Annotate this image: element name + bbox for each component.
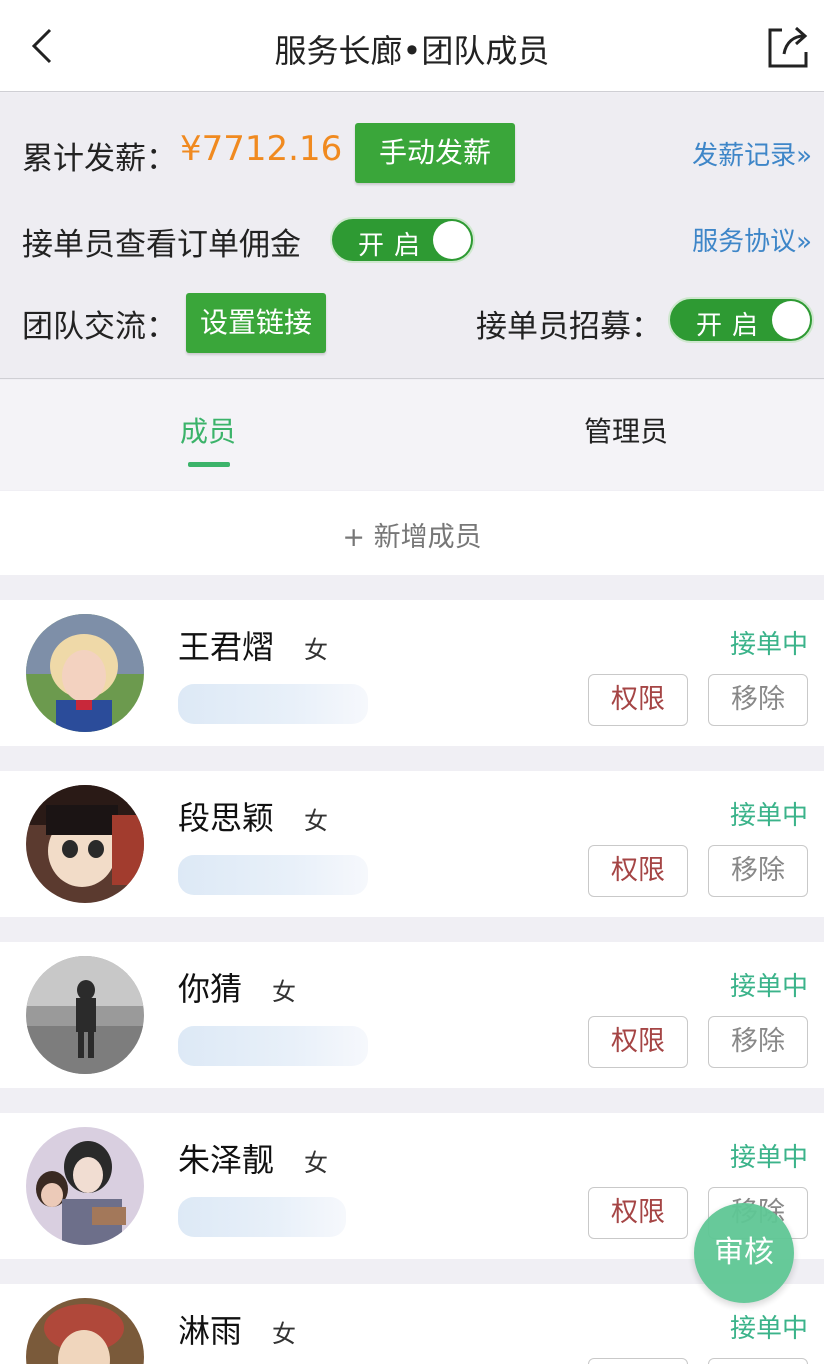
permissions-button[interactable]: 权限 <box>588 1016 688 1068</box>
view-commission-toggle[interactable]: 开启 <box>330 217 475 263</box>
member-name: 淋雨 <box>178 1312 243 1350</box>
set-link-button[interactable]: 设置链接 <box>186 293 326 353</box>
remove-button[interactable]: 移除 <box>708 845 808 897</box>
team-chat-label: 团队交流： <box>22 309 177 345</box>
total-pay-amount: ¥7712.16 <box>180 129 343 169</box>
member-name: 段思颖 <box>178 799 275 837</box>
team-chat-row: 团队交流： 设置链接 接单员招募： 开启 <box>0 289 824 359</box>
avatar <box>26 785 144 903</box>
toggle-label: 开启 <box>358 231 431 261</box>
review-fab-button[interactable]: 审核 <box>694 1203 794 1303</box>
permissions-button[interactable]: 权限 <box>588 674 688 726</box>
page-title: 服务长廊•团队成员 <box>274 32 550 70</box>
member-card: 段思颖 女 接单中 权限 移除 <box>0 771 824 917</box>
manual-pay-button[interactable]: 手动发薪 <box>355 123 515 183</box>
member-phone-redacted <box>178 1197 346 1237</box>
member-name: 朱泽靓 <box>178 1141 275 1179</box>
add-member-label: + 新增成员 <box>342 522 482 553</box>
top-bar: 服务长廊•团队成员 <box>0 0 824 92</box>
add-member-button[interactable]: + 新增成员 <box>0 491 824 575</box>
share-icon[interactable] <box>762 22 812 72</box>
avatar <box>26 614 144 732</box>
toggle-label: 开启 <box>696 311 769 341</box>
permissions-button[interactable]: 权限 <box>588 845 688 897</box>
view-commission-label: 接单员查看订单佣金 <box>22 227 301 263</box>
service-agreement-link[interactable]: 服务协议» <box>692 221 812 258</box>
team-settings-panel: 累计发薪： ¥7712.16 手动发薪 发薪记录» 接单员查看订单佣金 开启 服… <box>0 93 824 379</box>
pay-records-link[interactable]: 发薪记录» <box>692 135 812 172</box>
member-gender: 女 <box>272 978 296 1006</box>
member-card: 淋雨 女 接单中 <box>0 1284 824 1364</box>
avatar <box>26 1127 144 1245</box>
member-card: 王君熠 女 接单中 权限 移除 <box>0 600 824 746</box>
member-status: 接单中 <box>729 972 808 1002</box>
member-gender: 女 <box>272 1320 296 1348</box>
remove-button[interactable] <box>708 1358 808 1364</box>
member-gender: 女 <box>304 807 328 835</box>
member-name: 你猜 <box>178 970 243 1008</box>
recruit-label: 接单员招募： <box>476 309 662 345</box>
permissions-button[interactable] <box>588 1358 688 1364</box>
member-phone-redacted <box>178 684 368 724</box>
member-name: 王君熠 <box>178 628 275 666</box>
total-pay-row: 累计发薪： ¥7712.16 手动发薪 发薪记录» <box>0 121 824 191</box>
view-commission-row: 接单员查看订单佣金 开启 服务协议» <box>0 209 824 279</box>
member-status: 接单中 <box>729 630 808 660</box>
recruit-toggle[interactable]: 开启 <box>668 297 814 343</box>
toggle-knob <box>772 301 810 339</box>
remove-button[interactable]: 移除 <box>708 1016 808 1068</box>
toggle-knob <box>433 221 471 259</box>
member-phone-redacted <box>178 1026 368 1066</box>
member-card: 你猜 女 接单中 权限 移除 <box>0 942 824 1088</box>
permissions-button[interactable]: 权限 <box>588 1187 688 1239</box>
tab-members[interactable]: 成员 <box>180 410 236 450</box>
member-tabs: 成员 管理员 <box>0 380 824 490</box>
member-status: 接单中 <box>729 801 808 831</box>
member-gender: 女 <box>304 1149 328 1177</box>
remove-button[interactable]: 移除 <box>708 674 808 726</box>
active-tab-indicator <box>188 462 230 467</box>
tab-admins[interactable]: 管理员 <box>584 410 668 450</box>
avatar <box>26 1298 144 1364</box>
member-status: 接单中 <box>729 1143 808 1173</box>
member-gender: 女 <box>304 636 328 664</box>
member-status: 接单中 <box>729 1314 808 1344</box>
total-pay-label: 累计发薪： <box>22 141 177 177</box>
avatar <box>26 956 144 1074</box>
member-phone-redacted <box>178 855 368 895</box>
